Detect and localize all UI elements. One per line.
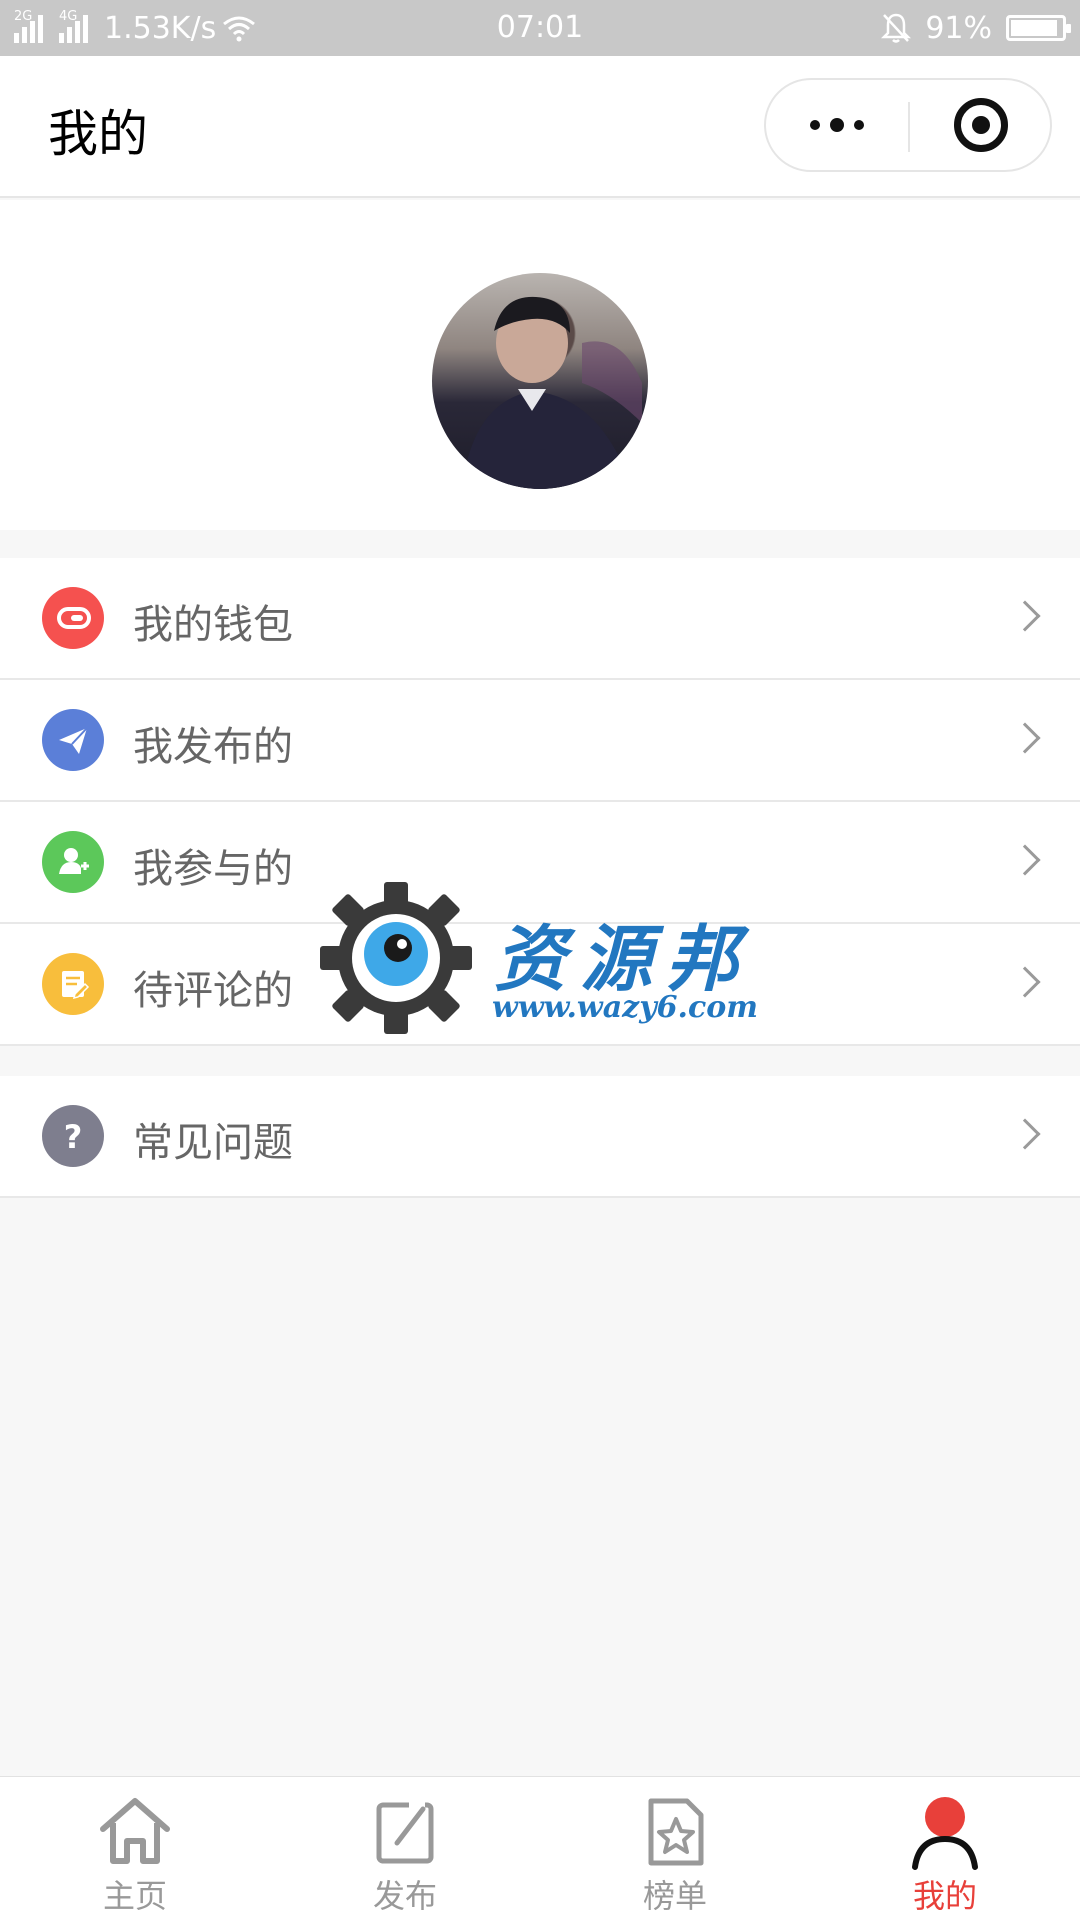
chevron-right-icon [1009, 600, 1041, 632]
menu-item[interactable]: 我的钱包 [0, 558, 1080, 680]
tab-label: 榜单 [642, 1877, 707, 1915]
signal-4g-icon: 4G [59, 9, 88, 43]
profile-section [0, 200, 1080, 530]
battery-percent: 91% [925, 10, 992, 46]
menu-item-label: 待评论的 [133, 968, 293, 1014]
user-add-icon [42, 831, 104, 893]
network-speed: 1.53K/s [104, 10, 217, 46]
status-bar: 2G 4G 1.53K/s 07:01 91% [0, 0, 1080, 56]
paper-plane-icon [42, 709, 104, 771]
question-icon: ? [42, 1105, 104, 1167]
tab-home[interactable]: 主页 [0, 1777, 270, 1920]
chevron-right-icon [1009, 1118, 1041, 1150]
tab-label: 主页 [102, 1877, 167, 1915]
mute-bell-icon [881, 13, 912, 43]
chevron-right-icon [1009, 722, 1041, 754]
menu-item-label: 我的钱包 [133, 602, 293, 648]
tab-profile[interactable]: 我的 [810, 1777, 1080, 1920]
page-title: 我的 [48, 105, 148, 163]
status-left: 2G 4G 1.53K/s [14, 0, 256, 56]
tab-edit[interactable]: 发布 [270, 1777, 540, 1920]
avatar[interactable] [432, 273, 648, 489]
ranking-icon [635, 1791, 715, 1871]
tab-label: 我的 [912, 1877, 977, 1915]
avatar-image [462, 296, 642, 489]
target-icon [954, 98, 1008, 152]
tab-bar: 主页 发布 榜单 我的 [0, 1776, 1080, 1920]
more-dot-icon [854, 120, 864, 130]
nav-bar: 我的 [0, 56, 1080, 198]
menu-item-label: 常见问题 [133, 1120, 293, 1166]
menu-item-label: 我发布的 [133, 724, 293, 770]
more-button[interactable] [766, 80, 908, 170]
more-dot-icon [810, 120, 820, 130]
menu-group-main: 我的钱包我发布的我参与的待评论的 [0, 558, 1080, 1046]
mini-program-capsule [764, 78, 1052, 172]
tab-ranking[interactable]: 榜单 [540, 1777, 810, 1920]
battery-fill [1011, 20, 1057, 36]
menu-group-help: ? 常见问题 [0, 1076, 1080, 1198]
chevron-right-icon [1009, 844, 1041, 876]
network-4g-label: 4G [59, 9, 78, 24]
close-button[interactable] [910, 80, 1052, 170]
note-edit-icon [42, 953, 104, 1015]
menu-item[interactable]: 我参与的 [0, 802, 1080, 924]
svg-text:?: ? [64, 1118, 83, 1156]
status-right: 91% [881, 0, 1071, 56]
network-2g-label: 2G [14, 9, 33, 24]
more-dot-icon [830, 118, 844, 132]
wallet-icon [42, 587, 104, 649]
chevron-right-icon [1009, 966, 1041, 998]
menu-item-label: 我参与的 [133, 846, 293, 892]
edit-icon [365, 1791, 445, 1871]
tab-label: 发布 [372, 1877, 437, 1915]
menu-item[interactable]: 我发布的 [0, 680, 1080, 802]
battery-icon [1006, 15, 1071, 41]
profile-icon [905, 1791, 985, 1871]
menu-item[interactable]: ? 常见问题 [0, 1076, 1080, 1198]
home-icon [95, 1791, 175, 1871]
menu-item[interactable]: 待评论的 [0, 924, 1080, 1046]
signal-2g-icon: 2G [14, 9, 43, 43]
wifi-icon [223, 16, 256, 42]
